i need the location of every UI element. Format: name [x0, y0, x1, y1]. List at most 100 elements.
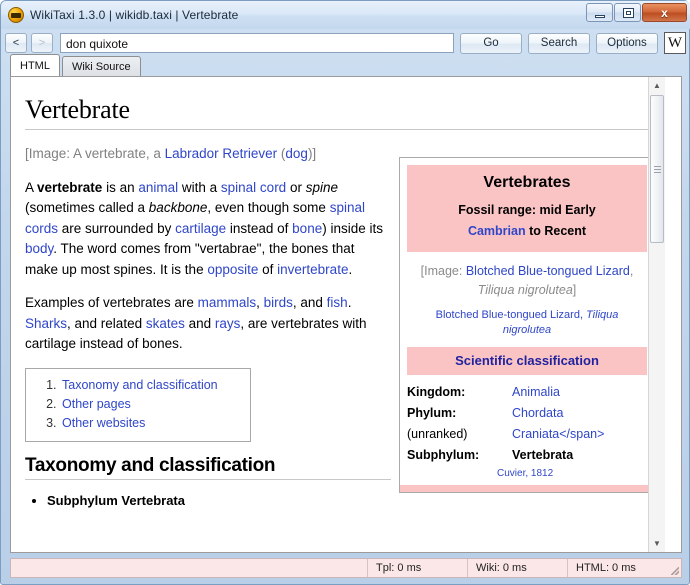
- p1-t1: A: [25, 179, 38, 195]
- taxon-authority: Cuvier, 1812: [497, 468, 554, 479]
- link-cartilage[interactable]: cartilage: [175, 221, 226, 236]
- section-heading-taxonomy: Taxonomy and classification: [25, 454, 276, 476]
- p1-t4: or: [286, 179, 306, 195]
- tab-html[interactable]: HTML: [10, 54, 60, 76]
- p1-t9: ) inside its: [322, 220, 383, 236]
- list-item[interactable]: Taxonomy and classification: [60, 376, 244, 395]
- options-button[interactable]: Options: [596, 32, 658, 54]
- maximize-button[interactable]: [614, 3, 641, 22]
- taxobox-caption: Blotched Blue-tongued Lizard, Tiliqua ni…: [407, 308, 647, 347]
- term-backbone: backbone: [148, 200, 208, 215]
- link-craniata[interactable]: Craniata</span>: [512, 427, 604, 441]
- link-fish[interactable]: fish: [327, 295, 348, 310]
- term-vertebrate: vertebrate: [37, 179, 103, 195]
- link-animalia[interactable]: Animalia: [512, 385, 560, 399]
- link-blotched-blue-tongued-lizard[interactable]: Blotched Blue-tongued Lizard: [466, 264, 630, 278]
- article-text-column: [Image: A vertebrate, a Labrador Retriev…: [25, 144, 391, 511]
- window-title: WikiTaxi 1.3.0 | wikidb.taxi | Vertebrat…: [30, 8, 239, 22]
- link-opposite[interactable]: opposite: [207, 262, 258, 277]
- search-button[interactable]: Search: [528, 32, 590, 54]
- list-item: Subphylum Vertebrata: [47, 491, 391, 511]
- taxobox-image-comma: ,: [629, 264, 634, 278]
- taxon-value-unranked[interactable]: Craniata</span>: [512, 424, 647, 445]
- link-cambrian[interactable]: Cambrian: [468, 224, 526, 238]
- minimize-icon: [595, 15, 605, 18]
- taxon-rank-phylum: Phylum:: [407, 406, 457, 420]
- page-title: Vertebrate: [25, 95, 130, 124]
- paragraph-definition: A vertebrate is an animal with a spinal …: [25, 178, 391, 281]
- link-dog[interactable]: dog: [285, 146, 308, 161]
- link-birds[interactable]: birds: [264, 295, 293, 310]
- taxobox-image-suffix: ]: [572, 283, 577, 297]
- section-divider: [25, 479, 391, 480]
- minimize-button[interactable]: [586, 3, 613, 22]
- taxobox-image-placeholder: [Image: Blotched Blue-tongued Lizard, Ti…: [407, 252, 647, 308]
- link-animal[interactable]: animal: [138, 180, 178, 195]
- scroll-down-icon[interactable]: ▼: [649, 535, 665, 552]
- p1-t7: are surrounded by: [58, 220, 176, 236]
- wikitaxi-app-icon: [8, 7, 24, 23]
- status-bar: Tpl: 0 ms Wiki: 0 ms HTML: 0 ms: [10, 558, 682, 578]
- image-caption-prefix: [Image: A vertebrate, a: [25, 146, 165, 161]
- taxonomy-table: Kingdom: Animalia Phylum: Chordata (unra…: [407, 382, 647, 466]
- link-chordata[interactable]: Chordata: [512, 406, 563, 420]
- p2-t6: and: [184, 315, 215, 331]
- taxonomy-bullet-list: Subphylum Vertebrata: [25, 491, 391, 511]
- title-bar: WikiTaxi 1.3.0 | wikidb.taxi | Vertebrat…: [1, 1, 690, 29]
- link-bone[interactable]: bone: [292, 221, 322, 236]
- taxobox-footer-strip: [400, 485, 654, 492]
- content-panel: Vertebrate [Image: A vertebrate, a Labra…: [10, 76, 682, 553]
- toc-link-other-pages[interactable]: Other pages: [62, 397, 131, 411]
- link-spinal-cord[interactable]: spinal cord: [221, 180, 286, 195]
- tab-wiki-source[interactable]: Wiki Source: [61, 56, 141, 76]
- forward-button[interactable]: >: [31, 33, 53, 53]
- fossil-range-label: Fossil range: mid Early: [458, 203, 596, 217]
- table-row: Kingdom: Animalia: [407, 382, 647, 403]
- status-wiki-time: Wiki: 0 ms: [467, 559, 567, 577]
- image-caption-suffix: )]: [307, 146, 317, 161]
- search-input[interactable]: don quixote: [60, 33, 454, 53]
- link-sharks[interactable]: Sharks: [25, 316, 67, 331]
- table-row: (unranked) Craniata</span>: [407, 424, 647, 445]
- back-button[interactable]: <: [5, 33, 27, 53]
- list-item[interactable]: Other pages: [60, 395, 244, 414]
- toc-link-taxonomy[interactable]: Taxonomy and classification: [62, 378, 218, 392]
- scrollbar-grip-icon: [653, 165, 661, 173]
- taxobox: Vertebrates Fossil range: mid Early Camb…: [399, 157, 655, 493]
- lead-image-caption: [Image: A vertebrate, a Labrador Retriev…: [25, 144, 391, 165]
- link-labrador-retriever[interactable]: Labrador Retriever: [165, 146, 278, 161]
- p2-t4: .: [347, 295, 352, 310]
- p1-t6: , even though some: [207, 200, 330, 215]
- title-divider: [25, 129, 651, 130]
- p1-t5: (sometimes called a: [25, 200, 149, 215]
- p2-t3: , and: [292, 295, 327, 310]
- table-row: Subphylum: Vertebrata: [407, 445, 647, 466]
- taxon-rank-subphylum: Subphylum:: [407, 448, 480, 462]
- link-body[interactable]: body: [25, 241, 53, 256]
- scroll-up-icon[interactable]: ▲: [649, 77, 665, 94]
- toc-link-other-websites[interactable]: Other websites: [62, 416, 145, 430]
- link-invertebrate[interactable]: invertebrate: [277, 262, 348, 277]
- taxobox-title: Vertebrates: [483, 174, 571, 191]
- resize-grip-icon[interactable]: [667, 559, 681, 577]
- table-of-contents: Taxonomy and classification Other pages …: [25, 367, 251, 442]
- taxobox-image-binomial: Tiliqua nigrolutea: [477, 283, 573, 297]
- taxon-rank-unranked: (unranked): [407, 427, 468, 441]
- close-button[interactable]: x: [642, 3, 687, 22]
- taxon-rank-kingdom: Kingdom:: [407, 385, 466, 399]
- taxon-value-kingdom[interactable]: Animalia: [512, 382, 647, 403]
- go-button[interactable]: Go: [460, 32, 522, 54]
- p2-t2: ,: [256, 295, 264, 310]
- toc-list: Taxonomy and classification Other pages …: [32, 376, 244, 433]
- link-skates[interactable]: skates: [146, 316, 185, 331]
- list-item[interactable]: Other websites: [60, 414, 244, 433]
- vertical-scrollbar[interactable]: ▲ ▼: [648, 77, 665, 552]
- p1-t11: of: [258, 261, 278, 277]
- link-rays[interactable]: rays: [215, 316, 241, 331]
- taxon-value-phylum[interactable]: Chordata: [512, 403, 647, 424]
- scrollbar-thumb[interactable]: [650, 95, 664, 243]
- wikipedia-icon-button[interactable]: W: [664, 32, 686, 54]
- taxobox-image-prefix: [Image:: [420, 264, 466, 278]
- link-mammals[interactable]: mammals: [198, 295, 257, 310]
- scientific-classification-heading: Scientific classification: [407, 347, 647, 375]
